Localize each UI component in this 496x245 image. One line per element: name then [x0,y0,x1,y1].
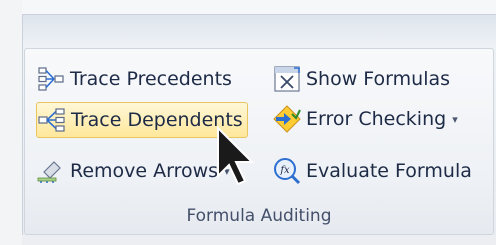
window-top-edge [0,0,496,14]
group-label: Formula Auditing [186,206,332,226]
show-formulas-icon [274,66,300,92]
remove-arrows-label: Remove Arrows [70,160,219,182]
trace-precedents-label: Trace Precedents [70,68,232,90]
show-formulas-button[interactable]: Show Formulas [272,62,450,96]
trace-precedents-icon [38,67,64,91]
remove-arrows-icon [37,161,61,183]
remove-arrows-button[interactable]: Remove Arrows ▾ [36,154,230,188]
window-left-edge [0,0,22,245]
error-checking-dropdown-icon[interactable]: ▾ [452,113,458,126]
svg-text:fx: fx [279,165,290,176]
trace-dependents-icon [38,108,65,132]
evaluate-formula-button[interactable]: fx Evaluate Formula [272,154,472,188]
evaluate-formula-icon: fx [274,158,301,185]
error-checking-button[interactable]: Error Checking ▾ [272,102,458,136]
error-checking-icon [273,105,301,133]
ribbon-header-strip [23,15,496,47]
show-formulas-label: Show Formulas [306,68,451,90]
evaluate-formula-label: Evaluate Formula [306,160,472,182]
trace-precedents-button[interactable]: Trace Precedents [36,62,232,96]
mouse-pointer-icon [217,126,255,186]
error-checking-label: Error Checking [306,108,447,130]
